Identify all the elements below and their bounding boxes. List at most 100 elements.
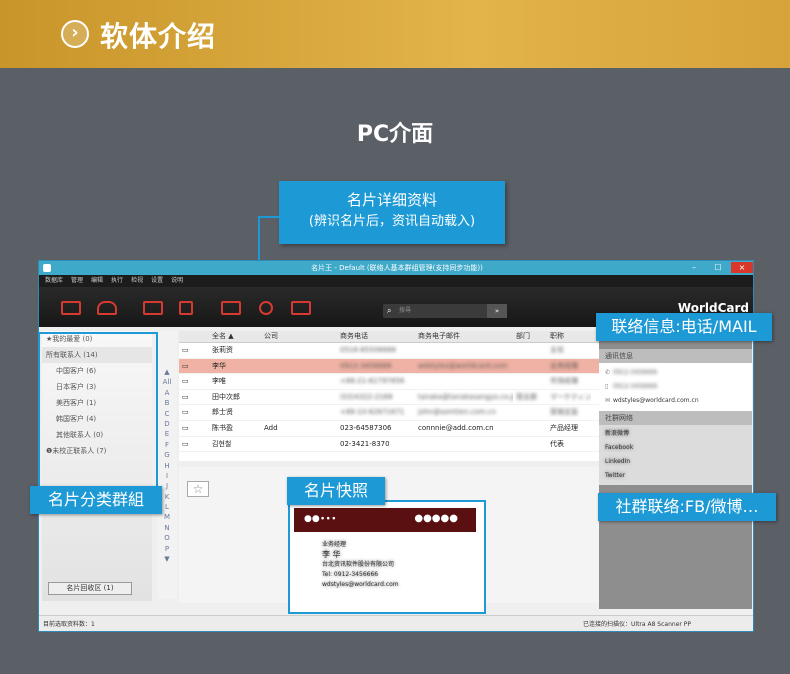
menu-execute[interactable]: 执行 xyxy=(111,275,123,287)
alpha-item[interactable]: M xyxy=(157,512,177,522)
table-row[interactable]: ▭ 李华 0912-3456666 wdstyles@worldcard.com 业务经… xyxy=(179,358,599,375)
contact-info-item: ▯ 0912-3456666 xyxy=(599,380,752,394)
alpha-item[interactable]: All xyxy=(157,377,177,387)
contact-card-icon: ▭ xyxy=(182,392,189,401)
print-icon[interactable] xyxy=(221,301,241,315)
cell-company xyxy=(261,405,337,420)
contact-info-list: ✆ 0912-3456666 ▯ 0912-3456666 ✉ wdstyles@wo… xyxy=(599,363,752,411)
gear-icon[interactable] xyxy=(259,301,273,315)
alpha-item[interactable]: ▼ xyxy=(157,554,177,564)
cell-email: john@somtien.com.cn xyxy=(418,408,496,417)
info-panel: 通讯信息 ✆ 0912-3456666 ▯ 0912-3456666 ✉ wdstyl… xyxy=(599,331,752,609)
alpha-item[interactable]: ▲ xyxy=(157,367,177,377)
contact-card-icon: ▭ xyxy=(182,408,189,417)
social-item[interactable]: Facebook xyxy=(599,441,752,455)
cell-company xyxy=(261,374,337,389)
menu-help[interactable]: 说明 xyxy=(171,275,183,287)
cell-dept xyxy=(513,343,547,358)
alpha-item[interactable]: N xyxy=(157,523,177,533)
search-options-button[interactable]: » xyxy=(487,304,507,318)
groups-highlight xyxy=(38,332,158,492)
signpost-icon[interactable] xyxy=(179,301,193,315)
menu-manage[interactable]: 管理 xyxy=(71,275,83,287)
page-subtitle: PC介面 xyxy=(356,122,434,147)
social-header: 社群网络 xyxy=(599,411,752,425)
alpha-item[interactable]: D xyxy=(157,419,177,429)
menu-edit[interactable]: 编辑 xyxy=(91,275,103,287)
cell-company xyxy=(261,343,337,358)
mail-icon: ✉ xyxy=(605,397,611,404)
alpha-item[interactable]: A xyxy=(157,388,177,398)
cell-title: 主任 xyxy=(550,346,564,354)
banner-title: 软体介绍 xyxy=(100,20,217,53)
col-header-phone[interactable]: 商务电话 xyxy=(337,331,415,342)
alpha-item[interactable]: G xyxy=(157,450,177,460)
table-row[interactable]: ▭ 张莉资 0516-85506688 主任 xyxy=(179,343,599,359)
contact-card-icon: ▭ xyxy=(182,423,189,432)
cell-email: connnie@add.com.cn xyxy=(418,423,494,432)
col-header-company[interactable]: 公司 xyxy=(261,331,337,342)
window-title: 名片王 - Default (联络人基本群组管理(支持同步功能)) xyxy=(311,264,483,272)
alpha-item[interactable]: H xyxy=(157,461,177,471)
card-logo-right: ●●●●● xyxy=(414,513,458,524)
col-header-dept[interactable]: 部门 xyxy=(513,331,547,342)
cell-email xyxy=(415,374,513,389)
cell-title: 业务经理 xyxy=(550,361,578,370)
cell-phone: +86-21-61797856 xyxy=(340,377,405,386)
col-header-email[interactable]: 商务电子邮件 xyxy=(415,331,513,342)
alpha-item[interactable]: O xyxy=(157,533,177,543)
cell-phone: 0912-3456666 xyxy=(340,361,392,370)
social-item[interactable]: 新浪微博 xyxy=(599,427,752,441)
table-row[interactable]: ▭ 郎士贤 +86-10-62671671 john@somtien.com.cn 营销… xyxy=(179,405,599,421)
table-header: 全名 ▲ 公司 商务电话 商务电子邮件 部门 职称 xyxy=(179,331,599,343)
cell-dept xyxy=(513,374,547,389)
scan-icon[interactable] xyxy=(61,301,81,315)
recycle-bin-button[interactable]: 名片回收区 (1) xyxy=(48,582,132,595)
cell-phone: 0516-85506688 xyxy=(340,346,396,354)
cell-name: 陈书盈 xyxy=(212,423,233,432)
alpha-item[interactable]: I xyxy=(157,471,177,481)
list-view-icon[interactable] xyxy=(291,301,311,315)
cell-name: 张莉资 xyxy=(212,346,233,354)
cell-phone: 02-3421-8370 xyxy=(340,439,390,448)
table-row[interactable]: ▭ 김현철 02-3421-8370 代表 xyxy=(179,437,599,453)
callout-social: 社群联络:FB/微博… xyxy=(598,493,776,521)
menu-database[interactable]: 数据库 xyxy=(45,275,63,287)
chevron-right-icon: › xyxy=(61,20,89,48)
export-icon[interactable] xyxy=(97,301,117,315)
cell-name: 김현철 xyxy=(212,439,232,448)
table-row[interactable]: ▭ 陈书盈 Add 023-64587306 connnie@add.com.cn 产品经… xyxy=(179,421,599,437)
social-item[interactable]: Twitter xyxy=(599,469,752,483)
window-titlebar: 名片王 - Default (联络人基本群组管理(支持同步功能)) – ☐ × xyxy=(39,261,753,275)
favorite-star-icon[interactable]: ☆ xyxy=(187,481,209,497)
cell-title: 市场经理 xyxy=(550,377,578,386)
contact-info-header: 通讯信息 xyxy=(599,349,752,363)
menu-settings[interactable]: 设置 xyxy=(151,275,163,287)
social-item[interactable]: LinkedIn xyxy=(599,455,752,469)
alpha-index: ▲ All A B C D E F G H I J K L M N O P ▼ xyxy=(157,331,177,599)
cell-dept xyxy=(513,421,547,436)
alpha-item[interactable]: B xyxy=(157,398,177,408)
table-row[interactable]: ▭ 田中次郎 (03)4322-2168 tanaka@tanakasangyo.co… xyxy=(179,390,599,406)
cell-email: wdstyles@worldcard.com xyxy=(418,361,508,370)
status-scanner: 已连接的扫描仪：Ultra A8 Scanner PP xyxy=(583,621,691,628)
table-row[interactable]: ▭ 李唯 +86-21-61797856 市场经理 xyxy=(179,374,599,390)
alpha-item[interactable]: P xyxy=(157,544,177,554)
minimize-button[interactable]: – xyxy=(683,262,705,273)
contact-table: 全名 ▲ 公司 商务电话 商务电子邮件 部门 职称 ▭ 张莉资 0516-85506… xyxy=(179,331,599,461)
col-header-title[interactable]: 职称 xyxy=(547,331,591,342)
col-header-name[interactable]: 全名 ▲ xyxy=(209,331,261,342)
alpha-item[interactable]: C xyxy=(157,409,177,419)
maximize-button[interactable]: ☐ xyxy=(707,262,729,273)
contact-info-item[interactable]: ✉ wdstyles@worldcard.com.cn xyxy=(599,394,752,408)
col-header-icon xyxy=(179,331,209,342)
close-button[interactable]: × xyxy=(731,262,753,273)
menu-view[interactable]: 检视 xyxy=(131,275,143,287)
phone-icon: ✆ xyxy=(605,369,611,376)
cell-dept xyxy=(513,359,547,374)
mail-icon[interactable] xyxy=(143,301,163,315)
alpha-item[interactable]: F xyxy=(157,440,177,450)
cell-dept: 营业部 xyxy=(516,392,537,401)
social-list: 新浪微博 Facebook LinkedIn Twitter xyxy=(599,425,752,485)
alpha-item[interactable]: E xyxy=(157,429,177,439)
